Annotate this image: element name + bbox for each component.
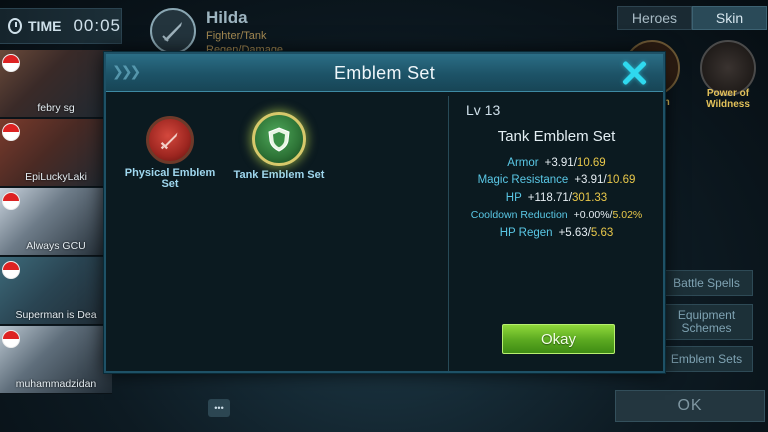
emblem-set-name: Tank Emblem Set: [497, 128, 616, 145]
emblem-stats-list: Armor +3.91/10.69 Magic Resistance +3.91…: [450, 154, 663, 242]
physical-emblem-sword-icon: [146, 116, 194, 164]
player-name: Superman is Dea: [15, 309, 97, 321]
dialog-body: Physical Emblem Set Tank Emblem Set Lv 1…: [106, 92, 663, 371]
flag-icon: [2, 330, 20, 348]
stat-row: Armor +3.91/10.69: [507, 156, 606, 169]
match-timer: TIME 00:05: [0, 8, 122, 44]
dialog-header: ❯❯❯ Emblem Set: [106, 54, 663, 92]
emblem-option-label: Tank Emblem Set: [233, 169, 325, 181]
panel-divider: [448, 96, 449, 371]
stat-bonus: +3.91: [574, 174, 604, 187]
stat-row: Cooldown Reduction +0.00%/5.02%: [470, 209, 643, 222]
tank-emblem-shield-icon: [252, 112, 306, 166]
flag-icon: [2, 123, 20, 141]
player-card[interactable]: Superman is Dea: [0, 257, 112, 325]
equipment-schemes-button[interactable]: Equipment Schemes: [660, 304, 753, 340]
tab-skin[interactable]: Skin: [692, 6, 767, 30]
stat-max: 5.63: [590, 226, 614, 239]
dialog-title: Emblem Set: [333, 62, 436, 83]
player-name: EpiLuckyLaki: [25, 171, 87, 183]
stat-name: Magic Resistance: [477, 174, 569, 187]
stat-bonus: +5.63: [558, 226, 588, 239]
sword-icon: [162, 22, 182, 42]
stat-bonus: +118.71: [527, 191, 569, 204]
shield-icon: [268, 127, 290, 152]
player-name: muhammadzidan: [15, 378, 97, 390]
stat-bonus: +0.00%: [573, 209, 610, 222]
sword-icon: [160, 132, 178, 150]
clock-icon: [8, 18, 22, 34]
emblem-set-level: Lv 13: [466, 102, 501, 118]
stat-row: HP Regen +5.63/5.63: [499, 226, 614, 239]
flag-icon: [2, 261, 20, 279]
stat-max: 10.69: [576, 156, 606, 169]
emblem-option-tank[interactable]: Tank Emblem Set: [224, 112, 334, 181]
flag-icon: [2, 192, 20, 210]
flag-icon: [2, 54, 20, 72]
stat-name: HP Regen: [499, 226, 553, 239]
stat-name: Cooldown Reduction: [470, 209, 568, 222]
battle-spells-button[interactable]: Battle Spells: [660, 270, 753, 296]
player-name: Always GCU: [26, 240, 86, 252]
player-card[interactable]: febry sg: [0, 50, 112, 118]
stat-name: HP: [505, 191, 522, 204]
player-card[interactable]: EpiLuckyLaki: [0, 119, 112, 187]
stat-max: 10.69: [606, 174, 636, 187]
stat-bonus: +3.91: [544, 156, 574, 169]
emblem-sets-button[interactable]: Emblem Sets: [660, 346, 753, 372]
stat-row: Magic Resistance +3.91/10.69: [477, 174, 636, 187]
power-of-wildness-label: Power of Wildness: [706, 88, 750, 110]
okay-button[interactable]: Okay: [502, 324, 615, 354]
emblem-option-physical[interactable]: Physical Emblem Set: [115, 116, 225, 190]
hero-role-sword-icon: [150, 8, 196, 54]
player-card[interactable]: Always GCU: [0, 188, 112, 256]
tab-heroes[interactable]: Heroes: [617, 6, 692, 30]
emblem-set-dialog: ❯❯❯ Emblem Set Physical Emblem Set Tank …: [104, 52, 665, 373]
timer-value: 00:05: [73, 16, 121, 35]
player-name: febry sg: [37, 102, 75, 114]
stat-max: 301.33: [572, 191, 608, 204]
confirm-ok-button[interactable]: OK: [615, 390, 765, 422]
chat-icon[interactable]: •••: [208, 399, 230, 417]
hero-skin-tabs: Heroes Skin: [617, 6, 767, 30]
close-icon[interactable]: [619, 58, 649, 88]
hero-name: Hilda: [206, 8, 248, 27]
stat-row: HP +118.71/301.33: [505, 191, 608, 204]
stat-max: 5.02%: [612, 209, 643, 222]
timer-label: TIME: [28, 18, 62, 34]
hero-role: Fighter/Tank: [206, 30, 267, 42]
player-card[interactable]: muhammadzidan: [0, 326, 112, 394]
team-player-list: febry sg EpiLuckyLaki Always GCU Superma…: [0, 50, 112, 395]
stat-name: Armor: [507, 156, 539, 169]
emblem-option-label: Physical Emblem Set: [124, 167, 216, 190]
